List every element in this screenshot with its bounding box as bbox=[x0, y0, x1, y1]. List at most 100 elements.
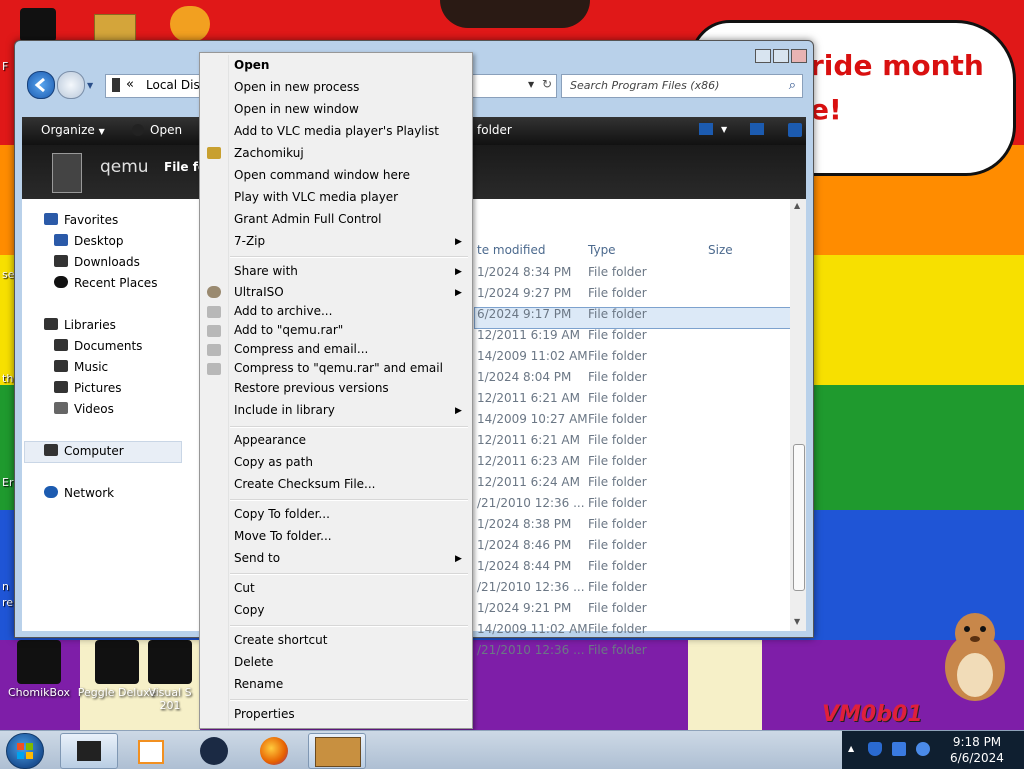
menu-item-vlc-play[interactable]: Play with VLC media player bbox=[234, 190, 398, 204]
search-box[interactable]: Search Program Files (x86) ⌕ bbox=[561, 74, 803, 98]
column-header-type[interactable]: Type bbox=[588, 243, 616, 257]
menu-item-copy-to-folder[interactable]: Copy To folder... bbox=[234, 507, 330, 521]
open-button[interactable]: Open bbox=[132, 123, 182, 137]
taskbar-app-firefox[interactable] bbox=[246, 733, 302, 767]
volume-icon[interactable] bbox=[916, 742, 930, 756]
menu-item-compress-email[interactable]: Compress and email... bbox=[234, 342, 368, 356]
menu-item-open-command-window[interactable]: Open command window here bbox=[234, 168, 410, 182]
views-icon[interactable] bbox=[699, 123, 713, 135]
date-modified-cell: 1/2024 8:34 PM bbox=[477, 265, 572, 279]
start-button[interactable] bbox=[6, 733, 44, 769]
nav-label: Favorites bbox=[64, 213, 119, 227]
app-desktop-icon[interactable] bbox=[170, 6, 210, 42]
scroll-down-icon[interactable]: ▼ bbox=[794, 617, 800, 626]
menu-separator bbox=[230, 625, 468, 627]
desktop-icon-label: Visual S bbox=[148, 686, 192, 699]
close-button[interactable] bbox=[791, 49, 807, 63]
menu-item-cut[interactable]: Cut bbox=[234, 581, 255, 595]
scroll-up-icon[interactable]: ▲ bbox=[794, 201, 800, 210]
back-button[interactable] bbox=[27, 71, 55, 99]
refresh-icon[interactable]: ↻ bbox=[542, 77, 552, 91]
bubble-line-1: ride month bbox=[810, 49, 984, 82]
submenu-arrow-icon: ▶ bbox=[455, 554, 462, 564]
menu-item-appearance[interactable]: Appearance bbox=[234, 433, 306, 447]
shield-icon[interactable] bbox=[868, 742, 882, 756]
recycle-bin-icon[interactable] bbox=[20, 8, 56, 42]
menu-separator bbox=[230, 699, 468, 701]
menu-item-copy[interactable]: Copy bbox=[234, 603, 264, 617]
breadcrumb-overflow[interactable]: « bbox=[126, 77, 134, 92]
menu-separator bbox=[230, 573, 468, 575]
taskbar-app-media-player[interactable] bbox=[122, 733, 178, 767]
computer-small-icon bbox=[112, 78, 120, 92]
address-dropdown-icon[interactable]: ▼ bbox=[528, 80, 534, 89]
type-cell: File folder bbox=[588, 517, 647, 531]
type-cell: File folder bbox=[588, 265, 647, 279]
type-cell: File folder bbox=[588, 307, 647, 321]
ultraiso-icon bbox=[207, 286, 221, 298]
views-dropdown-icon[interactable]: ▼ bbox=[721, 125, 727, 134]
menu-item-compress-qemu-email[interactable]: Compress to "qemu.rar" and email bbox=[234, 361, 443, 375]
menu-item-rename[interactable]: Rename bbox=[234, 677, 283, 691]
windows-logo-icon bbox=[17, 743, 33, 759]
type-cell: File folder bbox=[588, 391, 647, 405]
date-modified-cell: 1/2024 8:04 PM bbox=[477, 370, 572, 384]
menu-item-vlc-playlist[interactable]: Add to VLC media player's Playlist bbox=[234, 124, 439, 138]
search-input[interactable]: Search Program Files (x86) bbox=[570, 79, 719, 92]
date-modified-cell: 1/2024 8:44 PM bbox=[477, 559, 572, 573]
preview-pane-icon[interactable] bbox=[750, 123, 764, 135]
show-hidden-icons[interactable]: ▲ bbox=[848, 744, 854, 753]
menu-item-grant-admin[interactable]: Grant Admin Full Control bbox=[234, 212, 381, 226]
scrollbar-thumb[interactable] bbox=[793, 444, 805, 591]
context-menu: Open Open in new process Open in new win… bbox=[199, 52, 473, 729]
menu-item-open-new-process[interactable]: Open in new process bbox=[234, 80, 359, 94]
menu-item-zachomikuj[interactable]: Zachomikuj bbox=[234, 146, 304, 160]
minimize-button[interactable] bbox=[755, 49, 771, 63]
taskbar-app-chomikbox[interactable] bbox=[308, 733, 366, 769]
date-modified-cell: 12/2011 6:21 AM bbox=[477, 391, 580, 405]
menu-item-include-library[interactable]: Include in library bbox=[234, 403, 335, 417]
organize-button[interactable]: Organize ▼ bbox=[41, 123, 105, 137]
edge-label: F bbox=[2, 60, 9, 73]
nav-desktop[interactable]: Desktop bbox=[54, 234, 124, 248]
explorer-icon bbox=[77, 741, 101, 761]
winrar-icon bbox=[207, 344, 221, 356]
menu-item-create-checksum[interactable]: Create Checksum File... bbox=[234, 477, 376, 491]
maximize-button[interactable] bbox=[773, 49, 789, 63]
menu-item-move-to-folder[interactable]: Move To folder... bbox=[234, 529, 332, 543]
new-folder-button[interactable]: folder bbox=[477, 123, 512, 137]
menu-item-copy-as-path[interactable]: Copy as path bbox=[234, 455, 313, 469]
network-tray-icon[interactable] bbox=[892, 742, 906, 756]
chevron-down-icon: ▼ bbox=[98, 127, 105, 136]
menu-item-ultraiso[interactable]: UltraISO bbox=[234, 285, 284, 299]
menu-item-open-new-window[interactable]: Open in new window bbox=[234, 102, 359, 116]
column-header-date[interactable]: te modified bbox=[477, 243, 545, 257]
search-icon[interactable]: ⌕ bbox=[789, 78, 796, 93]
menu-item-create-shortcut[interactable]: Create shortcut bbox=[234, 633, 327, 647]
taskbar-app-explorer[interactable] bbox=[60, 733, 118, 769]
menu-item-restore-versions[interactable]: Restore previous versions bbox=[234, 381, 389, 395]
date-modified-cell: 1/2024 9:21 PM bbox=[477, 601, 572, 615]
taskbar-app-steam[interactable] bbox=[186, 733, 242, 767]
menu-item-add-to-archive[interactable]: Add to archive... bbox=[234, 304, 332, 318]
menu-item-delete[interactable]: Delete bbox=[234, 655, 273, 669]
vertical-scrollbar[interactable]: ▲ ▼ bbox=[790, 199, 806, 631]
menu-item-share-with[interactable]: Share with bbox=[234, 264, 298, 278]
window-controls bbox=[753, 49, 807, 66]
date-modified-cell: 14/2009 10:27 AM bbox=[477, 412, 588, 426]
nav-favorites[interactable]: Favorites bbox=[44, 213, 118, 227]
clock[interactable]: 9:18 PM 6/6/2024 bbox=[938, 734, 1016, 766]
column-header-size[interactable]: Size bbox=[708, 243, 733, 257]
menu-item-send-to[interactable]: Send to bbox=[234, 551, 280, 565]
type-cell: File folder bbox=[588, 412, 647, 426]
date-modified-cell: 14/2009 11:02 AM bbox=[477, 349, 588, 363]
menu-item-add-qemu-rar[interactable]: Add to "qemu.rar" bbox=[234, 323, 343, 337]
menu-item-7zip[interactable]: 7-Zip bbox=[234, 234, 265, 248]
breadcrumb-local-disk[interactable]: Local Disk bbox=[146, 78, 207, 92]
organize-label: Organize bbox=[41, 123, 95, 137]
menu-item-properties[interactable]: Properties bbox=[234, 707, 295, 721]
history-dropdown-icon[interactable]: ▼ bbox=[87, 81, 93, 90]
forward-button[interactable] bbox=[57, 71, 85, 99]
menu-item-open[interactable]: Open bbox=[234, 58, 269, 72]
help-icon[interactable] bbox=[788, 123, 802, 137]
